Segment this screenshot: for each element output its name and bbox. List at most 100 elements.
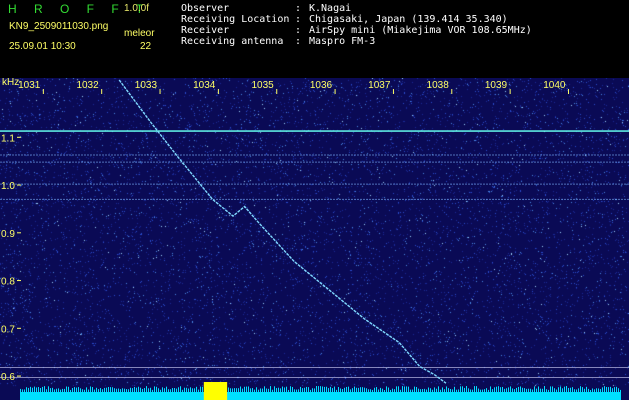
- noise-floor-spike: [84, 389, 85, 392]
- noise-floor-spike: [284, 387, 285, 392]
- noise-floor-spike: [188, 388, 189, 392]
- noise-floor-spike: [438, 386, 439, 392]
- noise-floor-spike: [252, 388, 253, 392]
- noise-floor-spike: [184, 387, 185, 392]
- noise-floor-spike: [244, 386, 245, 392]
- x-tick-label: 1034: [193, 80, 216, 91]
- noise-floor-spike: [98, 389, 99, 392]
- y-tick-label: 1.0: [1, 181, 15, 192]
- noise-floor-spike: [190, 387, 191, 392]
- noise-floor-spike: [462, 386, 463, 392]
- noise-floor-spike: [174, 388, 175, 392]
- noise-floor-spike: [496, 386, 497, 392]
- noise-floor-spike: [494, 387, 495, 392]
- noise-floor-spike: [58, 388, 59, 392]
- noise-floor-spike: [302, 388, 303, 392]
- noise-floor-spike: [466, 386, 467, 392]
- noise-floor-spike: [580, 386, 581, 392]
- noise-floor-spike: [620, 389, 621, 392]
- noise-floor-spike: [256, 387, 257, 392]
- noise-floor-spike: [372, 389, 373, 392]
- y-tick-label: 0.8: [1, 277, 15, 288]
- noise-floor-spike: [70, 389, 71, 392]
- noise-floor-spike: [26, 387, 27, 392]
- noise-floor-spike: [474, 386, 475, 392]
- info-key: Receiver: [181, 25, 230, 36]
- noise-floor-spike: [584, 388, 585, 392]
- noise-floor-spike: [526, 388, 527, 392]
- noise-floor-spike: [534, 386, 535, 392]
- noise-floor-spike: [410, 389, 411, 392]
- noise-floor-spike: [384, 389, 385, 392]
- noise-floor-spike: [606, 386, 607, 392]
- noise-floor-spike: [514, 389, 515, 392]
- noise-floor-spike: [282, 386, 283, 392]
- y-tick-label: 0.7: [1, 324, 15, 335]
- noise-floor-spike: [562, 388, 563, 392]
- noise-floor-spike: [260, 388, 261, 392]
- noise-floor-spike: [512, 388, 513, 392]
- noise-floor-spike: [300, 386, 301, 392]
- noise-floor-spike: [600, 389, 601, 392]
- noise-floor-spike: [618, 388, 619, 392]
- noise-floor-spike: [604, 386, 605, 392]
- noise-floor-spike: [108, 386, 109, 392]
- noise-floor-spike: [198, 389, 199, 392]
- noise-floor-spike: [554, 388, 555, 392]
- noise-floor-spike: [464, 387, 465, 392]
- detection-tag: meleor: [124, 28, 155, 39]
- noise-floor-spike: [90, 386, 91, 392]
- noise-floor-spike: [548, 389, 549, 392]
- noise-floor-spike: [46, 389, 47, 392]
- noise-floor-spike: [254, 389, 255, 392]
- noise-floor-spike: [472, 389, 473, 392]
- noise-floor-spike: [180, 386, 181, 392]
- x-tick-label: 1036: [310, 80, 333, 91]
- noise-floor-spike: [272, 389, 273, 392]
- noise-floor-spike: [568, 387, 569, 392]
- noise-floor-spike: [542, 388, 543, 392]
- noise-floor-spike: [150, 387, 151, 392]
- noise-floor-spike: [38, 387, 39, 392]
- detection-count: 22: [140, 41, 152, 52]
- noise-floor-spike: [240, 386, 241, 392]
- noise-floor-spike: [482, 389, 483, 392]
- noise-floor-spike: [352, 388, 353, 392]
- noise-floor-spike: [292, 386, 293, 392]
- noise-floor-spike: [546, 389, 547, 392]
- noise-floor-spike: [72, 387, 73, 392]
- x-tick-label: 1037: [368, 80, 391, 91]
- noise-floor-spike: [586, 386, 587, 392]
- noise-floor-spike: [334, 386, 335, 392]
- noise-floor-spike: [506, 388, 507, 392]
- info-key: Observer: [181, 3, 230, 14]
- app-version: 1.0.0f: [124, 3, 150, 14]
- noise-floor-spike: [574, 389, 575, 392]
- noise-floor-spike: [42, 386, 43, 392]
- noise-floor-spike: [602, 387, 603, 392]
- noise-floor-spike: [590, 389, 591, 392]
- noise-floor-spike: [346, 386, 347, 392]
- info-value: K.Nagai: [309, 3, 352, 14]
- noise-floor-spike: [238, 388, 239, 392]
- noise-floor-spike: [130, 387, 131, 392]
- noise-floor-spike: [392, 388, 393, 392]
- noise-floor-spike: [118, 388, 119, 392]
- noise-floor-spike: [436, 388, 437, 392]
- noise-floor-spike: [468, 388, 469, 392]
- noise-floor-spike: [106, 387, 107, 392]
- noise-floor-spike: [154, 386, 155, 392]
- noise-floor-spike: [264, 386, 265, 392]
- noise-floor-spike: [122, 388, 123, 392]
- noise-floor-spike: [322, 386, 323, 392]
- noise-floor-spike: [304, 387, 305, 392]
- noise-floor-spike: [248, 386, 249, 392]
- noise-floor-spike: [366, 388, 367, 392]
- noise-floor-spike: [422, 389, 423, 392]
- noise-floor-spike: [404, 386, 405, 392]
- noise-floor-spike: [382, 388, 383, 392]
- noise-floor-spike: [172, 388, 173, 392]
- noise-floor-spike: [362, 387, 363, 392]
- noise-floor-spike: [116, 388, 117, 392]
- noise-floor-spike: [524, 388, 525, 392]
